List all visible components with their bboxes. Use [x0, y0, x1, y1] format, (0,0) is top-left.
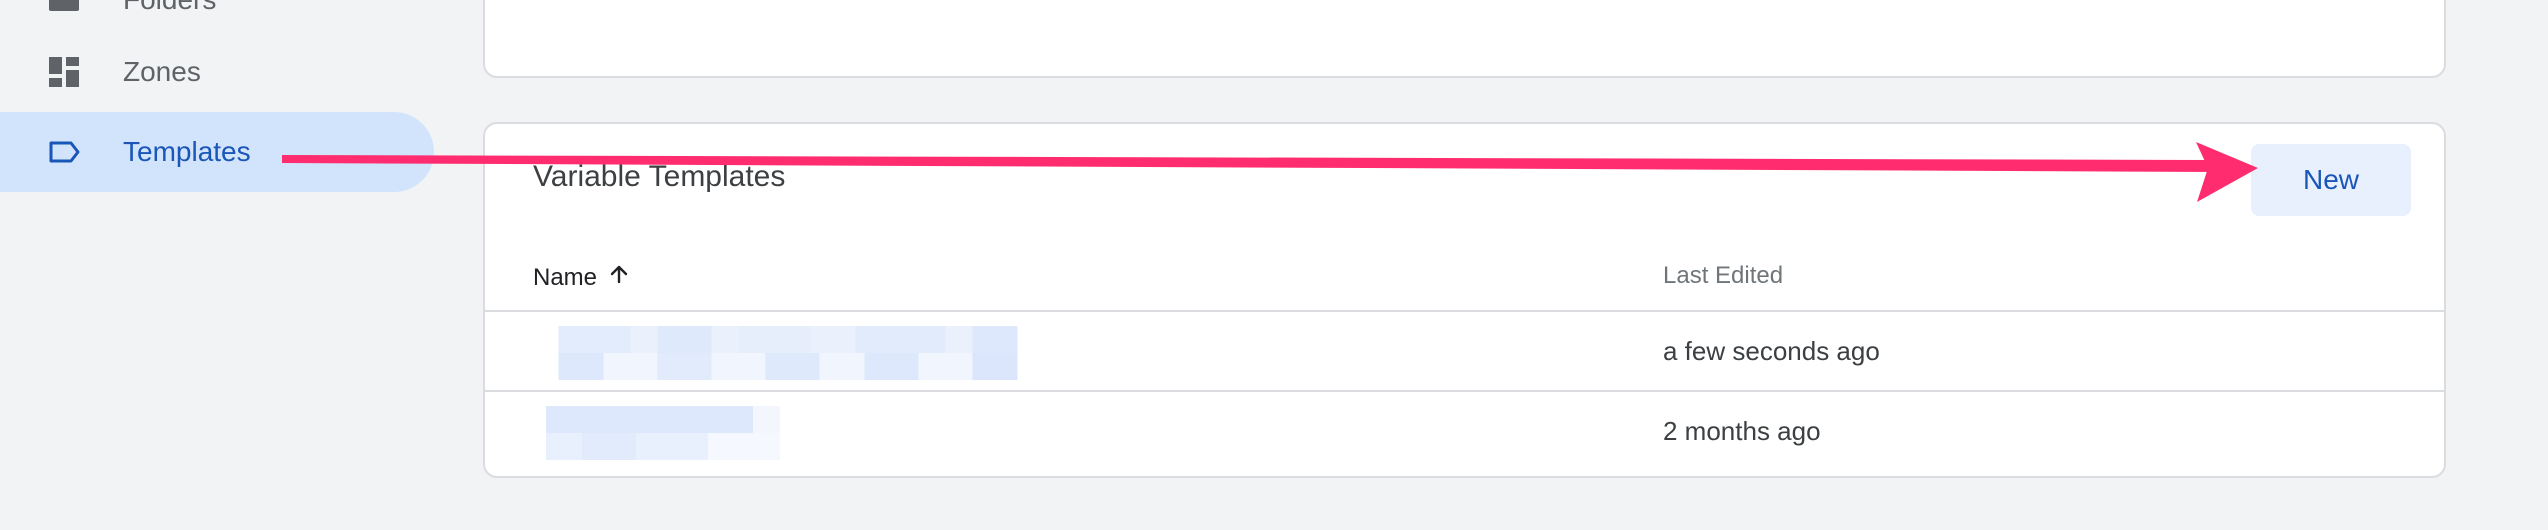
table-row[interactable]: 2 months ago: [485, 392, 2444, 472]
previous-card: [483, 0, 2446, 78]
sidebar-item-label: Templates: [123, 136, 251, 167]
tag-icon: [47, 135, 81, 169]
last-edited-value: a few seconds ago: [1663, 336, 1880, 366]
template-name-redacted[interactable]: [533, 406, 793, 460]
table-row[interactable]: a few seconds ago: [485, 312, 2444, 392]
sidebar-item-label: Folders: [123, 0, 216, 16]
last-edited-column-header[interactable]: Last Edited: [1663, 262, 1783, 290]
variable-templates-card: Variable Templates New Name Last Edited: [483, 122, 2446, 478]
zones-icon: [47, 55, 81, 89]
card-title: Variable Templates: [533, 160, 786, 193]
sidebar: Folders Zones Templates: [0, 0, 440, 530]
name-column-header[interactable]: Name: [533, 262, 631, 293]
sidebar-item-zones[interactable]: Zones: [0, 32, 434, 112]
table-header: Name Last Edited: [485, 252, 2444, 312]
template-name-redacted[interactable]: [533, 326, 1043, 380]
sidebar-item-label: Zones: [123, 56, 201, 87]
sidebar-item-templates[interactable]: Templates: [0, 112, 434, 192]
name-column-label: Name: [533, 263, 598, 291]
arrow-up-icon: [607, 262, 631, 293]
last-edited-value: 2 months ago: [1663, 416, 1821, 446]
folder-icon: [47, 0, 81, 17]
new-template-button[interactable]: New: [2251, 144, 2411, 216]
